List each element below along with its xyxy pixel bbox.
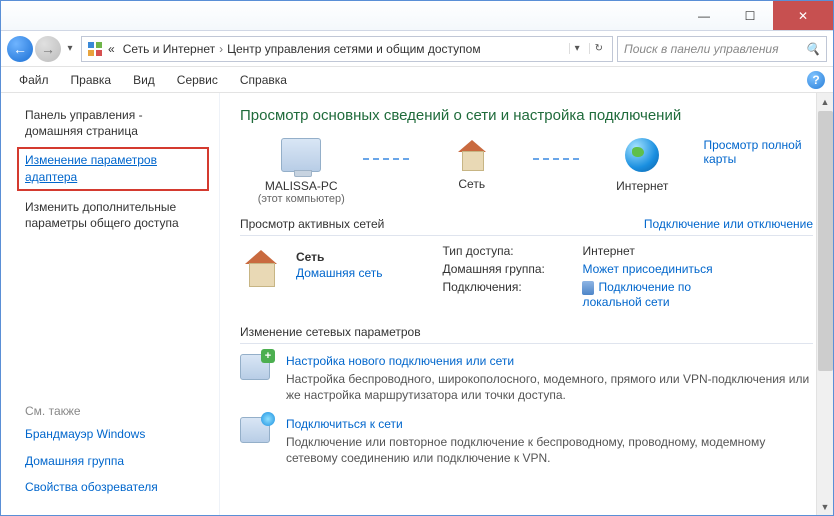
scroll-down-button[interactable]: ▼	[817, 498, 833, 515]
breadcrumb-item-2[interactable]: Центр управления сетями и общим доступом	[227, 42, 481, 56]
active-networks-header: Просмотр активных сетей Подключение или …	[240, 217, 813, 231]
task-new-connection-link[interactable]: Настройка нового подключения или сети	[286, 354, 813, 368]
ethernet-icon	[582, 281, 594, 295]
sidebar: Панель управления -домашняя страница Изм…	[1, 93, 219, 515]
sidebar-internet-options[interactable]: Свойства обозревателя	[25, 479, 201, 495]
menu-help[interactable]: Справка	[230, 70, 297, 90]
nav-back-button[interactable]: ←	[7, 36, 33, 62]
connect-network-icon	[240, 417, 270, 443]
prop-connection-link[interactable]: Подключение полокальной сети	[582, 280, 691, 309]
new-connection-icon	[240, 354, 270, 380]
minimize-button[interactable]: —	[681, 1, 727, 30]
globe-icon	[625, 138, 659, 172]
map-node-this-pc[interactable]: MALISSA-PC (этот компьютер)	[240, 138, 363, 205]
breadcrumb[interactable]: « Сеть и Интернет › Центр управления сет…	[81, 36, 613, 62]
search-input[interactable]: Поиск в панели управления 🔍	[617, 36, 827, 62]
breadcrumb-chevrons: «	[108, 42, 115, 56]
task-new-connection: Настройка нового подключения или сети На…	[240, 354, 813, 403]
connect-disconnect-link[interactable]: Подключение или отключение	[644, 217, 813, 231]
breadcrumb-item-1[interactable]: Сеть и Интернет	[123, 42, 215, 56]
menu-file[interactable]: Файл	[9, 70, 59, 90]
map-node-internet[interactable]: Интернет	[581, 138, 704, 205]
menu-edit[interactable]: Правка	[61, 70, 122, 90]
vertical-scrollbar[interactable]: ▲ ▼	[816, 93, 833, 515]
prop-access-value: Интернет	[582, 244, 634, 258]
prop-homegroup-label: Домашняя группа:	[442, 262, 582, 276]
change-settings-header: Изменение сетевых параметров	[240, 325, 813, 339]
refresh-button[interactable]: ↻	[589, 43, 608, 54]
task-connect-network-desc: Подключение или повторное подключение к …	[286, 434, 813, 466]
nav-forward-button[interactable]: →	[35, 36, 61, 62]
sidebar-adapter-settings[interactable]: Изменение параметровадаптера	[25, 152, 201, 184]
sidebar-seealso-header: См. также	[25, 404, 201, 418]
scroll-thumb[interactable]	[818, 111, 833, 371]
search-icon: 🔍	[805, 42, 820, 56]
breadcrumb-sep: ›	[219, 42, 223, 56]
task-connect-network-link[interactable]: Подключиться к сети	[286, 417, 813, 431]
map-connector-1	[363, 158, 411, 160]
address-bar: ← → ▾ « Сеть и Интернет › Центр управлен…	[1, 31, 833, 67]
help-icon[interactable]: ?	[807, 71, 825, 89]
breadcrumb-dropdown[interactable]: ▾	[569, 43, 585, 54]
map-connector-2	[533, 158, 581, 160]
sidebar-home[interactable]: Панель управления -домашняя страница	[25, 107, 201, 139]
scroll-up-button[interactable]: ▲	[817, 93, 833, 110]
view-full-map-link[interactable]: Просмотр полной карты	[704, 138, 814, 166]
window-titlebar: — ☐ ✕	[1, 1, 833, 31]
house-icon	[454, 140, 490, 170]
sidebar-homegroup[interactable]: Домашняя группа	[25, 453, 201, 469]
page-title: Просмотр основных сведений о сети и наст…	[240, 107, 813, 124]
sidebar-adapter-highlight: Изменение параметровадаптера	[17, 147, 209, 190]
menu-tools[interactable]: Сервис	[167, 70, 228, 90]
menu-view[interactable]: Вид	[123, 70, 165, 90]
sidebar-firewall[interactable]: Брандмауэр Windows	[25, 426, 201, 442]
active-network-box: Сеть Домашняя сеть	[240, 250, 382, 286]
network-name: Сеть	[296, 250, 382, 264]
computer-icon	[281, 138, 321, 172]
network-map: MALISSA-PC (этот компьютер) Сеть Интерне…	[240, 138, 813, 205]
network-type-link[interactable]: Домашняя сеть	[296, 266, 382, 280]
sidebar-sharing-settings[interactable]: Изменить дополнительныепараметры общего …	[25, 199, 201, 231]
main-panel: Просмотр основных сведений о сети и наст…	[219, 93, 833, 515]
task-connect-network: Подключиться к сети Подключение или повт…	[240, 417, 813, 466]
map-node-network[interactable]: Сеть	[411, 140, 534, 203]
network-properties: Тип доступа: Интернет Домашняя группа: М…	[442, 244, 712, 313]
maximize-button[interactable]: ☐	[727, 1, 773, 30]
control-panel-icon	[86, 40, 104, 58]
nav-history-dropdown[interactable]: ▾	[63, 43, 77, 54]
prop-access-label: Тип доступа:	[442, 244, 582, 258]
menu-bar: Файл Правка Вид Сервис Справка ?	[1, 67, 833, 93]
close-button[interactable]: ✕	[773, 1, 833, 30]
prop-homegroup-link[interactable]: Может присоединиться	[582, 262, 712, 276]
task-new-connection-desc: Настройка беспроводного, широкополосного…	[286, 371, 813, 403]
search-placeholder: Поиск в панели управления	[624, 42, 779, 56]
prop-connections-label: Подключения:	[442, 280, 582, 309]
house-icon	[240, 250, 282, 286]
